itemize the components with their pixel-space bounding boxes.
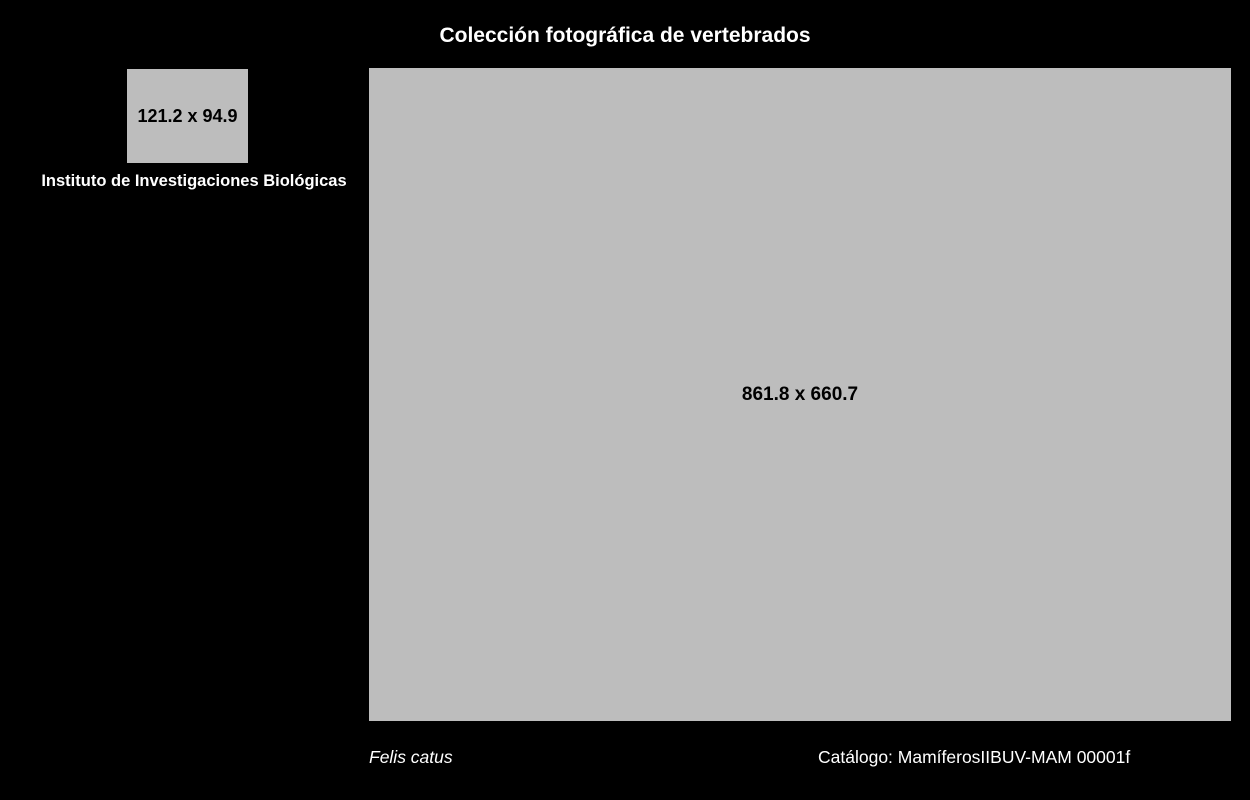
institution-logo-placeholder: 121.2 x 94.9: [127, 69, 248, 163]
institution-name: Instituto de Investigaciones Biológicas: [41, 172, 347, 190]
photo-placeholder-label: 861.8 x 660.7: [741, 383, 859, 405]
species-name: Felis catus: [369, 747, 453, 767]
logo-placeholder-label: 121.2 x 94.9: [137, 105, 238, 126]
catalog-number: Catálogo: MamíferosIIBUV-MAM 00001f: [818, 747, 1131, 767]
page-title: Colección fotográfica de vertebrados: [439, 24, 811, 47]
specimen-photo-placeholder: 861.8 x 660.7: [369, 68, 1231, 721]
